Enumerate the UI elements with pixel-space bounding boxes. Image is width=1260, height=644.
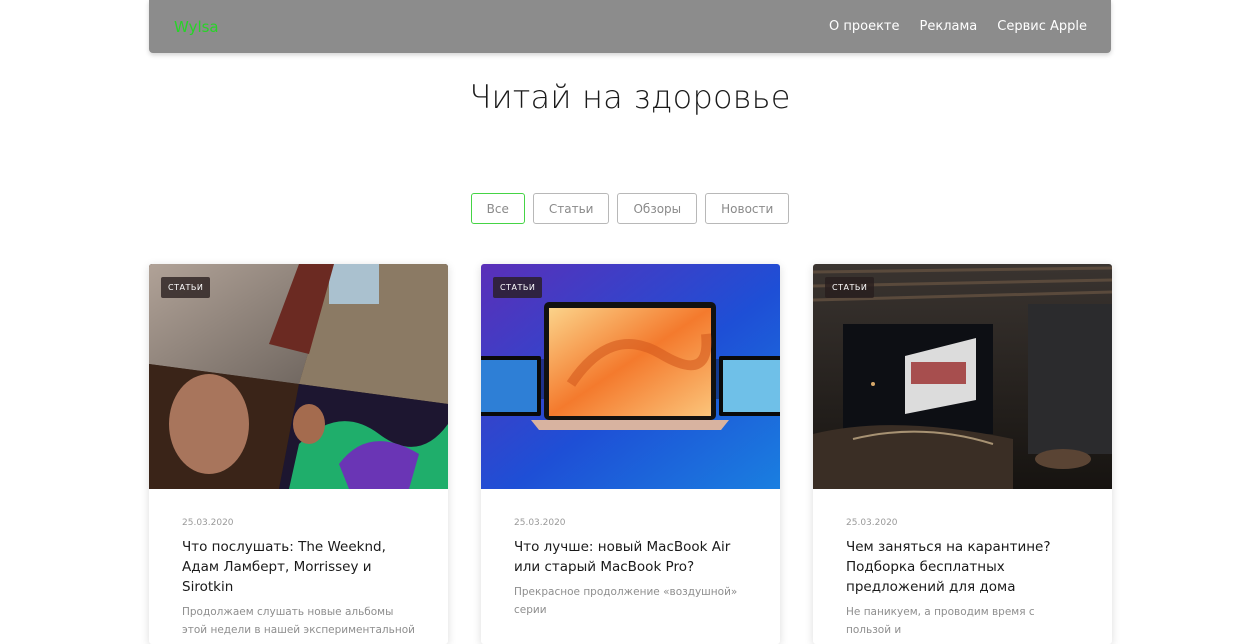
article-date: 25.03.2020	[514, 518, 566, 528]
article-body: 25.03.2020 Что послушать: The Weeknd, Ад…	[149, 489, 448, 639]
filter-reviews-button[interactable]: Обзоры	[617, 193, 698, 224]
article-title[interactable]: Чем заняться на карантине? Подборка бесп…	[846, 537, 1079, 597]
category-tag[interactable]: СТАТЬИ	[493, 277, 543, 298]
article-title[interactable]: Что послушать: The Weeknd, Адам Ламберт,…	[182, 537, 415, 597]
article-body: 25.03.2020 Что лучше: новый MacBook Air …	[481, 489, 780, 619]
article-image[interactable]: СТАТЬИ	[813, 264, 1112, 489]
article-excerpt: Прекрасное продолжение «воздушной» серии	[514, 586, 738, 616]
article-title[interactable]: Что лучше: новый MacBook Air или старый …	[514, 537, 747, 577]
article-card[interactable]: СТАТЬИ 25.03.2020 Чем заняться на карант…	[813, 264, 1112, 644]
brand-logo[interactable]: Wylsa	[174, 18, 219, 36]
category-tag[interactable]: СТАТЬИ	[161, 277, 211, 298]
category-filters: Все Статьи Обзоры Новости	[0, 193, 1260, 224]
article-image[interactable]: СТАТЬИ	[149, 264, 448, 489]
article-card[interactable]: СТАТЬИ 25.03.2020 Что лучше: новый MacBo…	[481, 264, 780, 644]
site-header: Wylsa О проекте Реклама Сервис Apple	[149, 0, 1111, 53]
article-body: 25.03.2020 Чем заняться на карантине? По…	[813, 489, 1112, 639]
filter-articles-button[interactable]: Статьи	[532, 193, 610, 224]
nav-link-ads[interactable]: Реклама	[920, 19, 978, 34]
article-date: 25.03.2020	[846, 518, 898, 528]
article-date: 25.03.2020	[182, 518, 234, 528]
filter-all-button[interactable]: Все	[470, 193, 525, 224]
nav-link-apple-service[interactable]: Сервис Apple	[997, 19, 1087, 34]
category-tag[interactable]: СТАТЬИ	[825, 277, 875, 298]
article-excerpt: Продолжаем слушать новые альбомы этой не…	[182, 606, 415, 636]
article-excerpt: Не паникуем, а проводим время с пользой …	[846, 606, 1035, 636]
nav-link-about[interactable]: О проекте	[829, 19, 900, 34]
main-nav: О проекте Реклама Сервис Apple	[829, 19, 1087, 34]
article-card[interactable]: СТАТЬИ 25.03.2020 Что послушать: The Wee…	[149, 264, 448, 644]
filter-news-button[interactable]: Новости	[705, 193, 790, 224]
page-title: Читай на здоровье	[469, 78, 791, 116]
article-image[interactable]: СТАТЬИ	[481, 264, 780, 489]
